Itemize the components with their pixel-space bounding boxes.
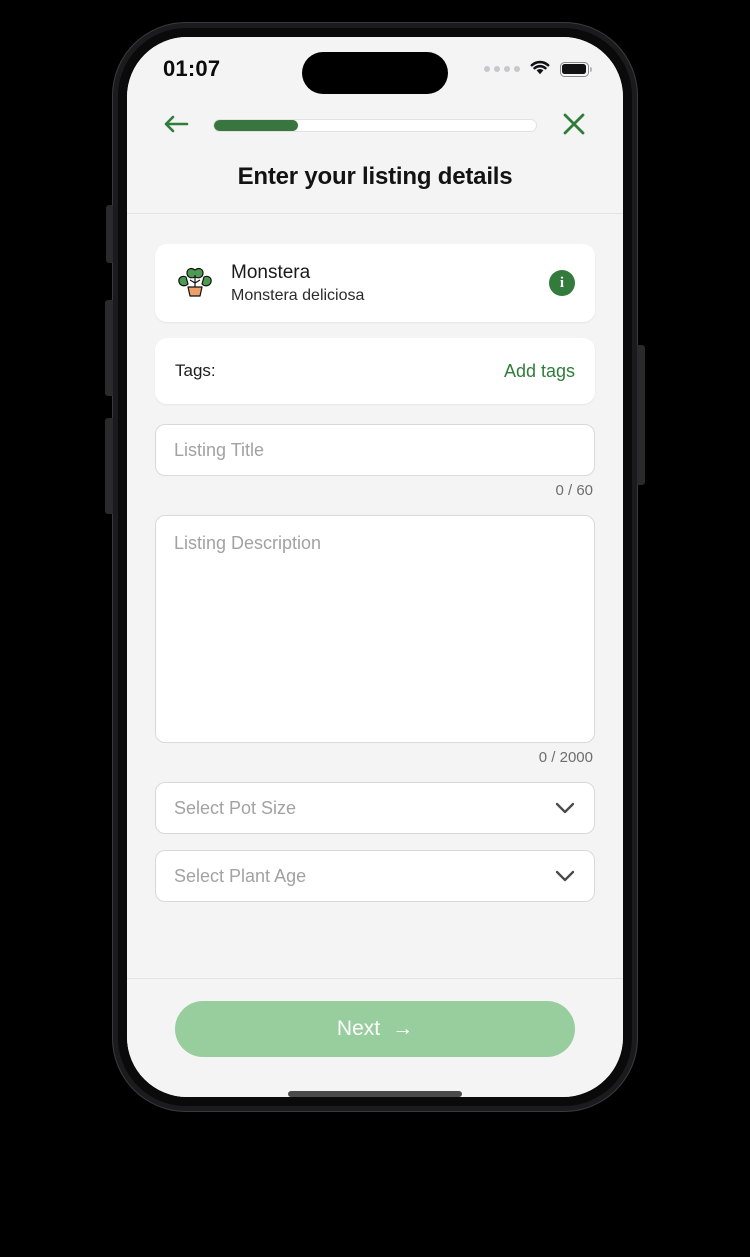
pot-size-select[interactable]: Select Pot Size xyxy=(155,782,595,834)
plant-age-select-wrap: Select Plant Age xyxy=(155,850,595,902)
plant-age-select[interactable]: Select Plant Age xyxy=(155,850,595,902)
nav-bar xyxy=(127,95,623,155)
tags-label: Tags: xyxy=(175,361,216,380)
footer: Next → xyxy=(127,978,623,1097)
signal-dots-icon xyxy=(484,66,520,72)
back-button[interactable] xyxy=(157,106,195,144)
plant-species: Monstera deliciosa xyxy=(231,286,365,304)
next-button[interactable]: Next → xyxy=(175,1001,575,1057)
listing-title-input[interactable] xyxy=(155,424,595,476)
listing-description-counter: 0 / 2000 xyxy=(538,749,593,766)
info-icon[interactable]: i xyxy=(549,270,575,296)
listing-title-counter: 0 / 60 xyxy=(555,482,593,499)
add-tags-button[interactable]: Add tags xyxy=(504,361,575,382)
screenshot-stage: 01:07 Enter your listing details Monster… xyxy=(0,0,750,1257)
volume-down-button[interactable] xyxy=(105,418,113,514)
battery-icon xyxy=(560,61,592,77)
progress-bar xyxy=(213,118,537,132)
close-button[interactable] xyxy=(555,106,593,144)
wifi-icon xyxy=(529,59,551,80)
plant-summary-card[interactable]: Monstera Monstera deliciosa i xyxy=(155,244,595,322)
tags-card: Tags: Add tags xyxy=(155,338,595,404)
page-header: Enter your listing details xyxy=(127,155,623,214)
pot-size-select-wrap: Select Pot Size xyxy=(155,782,595,834)
arrow-right-icon: → xyxy=(392,1017,414,1040)
pot-size-select-label: Select Pot Size xyxy=(174,797,297,818)
listing-description-input[interactable] xyxy=(155,515,595,743)
potted-plant-icon xyxy=(175,261,215,305)
close-icon xyxy=(561,111,587,140)
status-time: 01:07 xyxy=(163,56,221,81)
plant-text: Monstera Monstera deliciosa xyxy=(231,262,364,305)
arrow-left-icon xyxy=(162,112,190,139)
silent-switch-button[interactable] xyxy=(106,205,113,263)
status-bar: 01:07 xyxy=(127,37,623,95)
next-button-label: Next xyxy=(336,1017,381,1040)
status-icons xyxy=(484,59,592,80)
phone-screen: 01:07 Enter your listing details Monster… xyxy=(127,37,623,1097)
dynamic-island xyxy=(302,52,448,94)
power-button[interactable] xyxy=(637,345,645,485)
progress-bar-fill xyxy=(214,119,298,131)
page-title: Enter your listing details xyxy=(237,163,513,190)
chevron-down-icon xyxy=(554,801,576,815)
chevron-down-icon xyxy=(554,869,576,883)
home-indicator[interactable] xyxy=(288,1091,462,1097)
volume-up-button[interactable] xyxy=(105,300,113,396)
listing-form: Monstera Monstera deliciosa i Tags: Add … xyxy=(127,214,623,978)
plant-age-select-label: Select Plant Age xyxy=(174,865,307,886)
plant-name: Monstera xyxy=(231,261,311,283)
